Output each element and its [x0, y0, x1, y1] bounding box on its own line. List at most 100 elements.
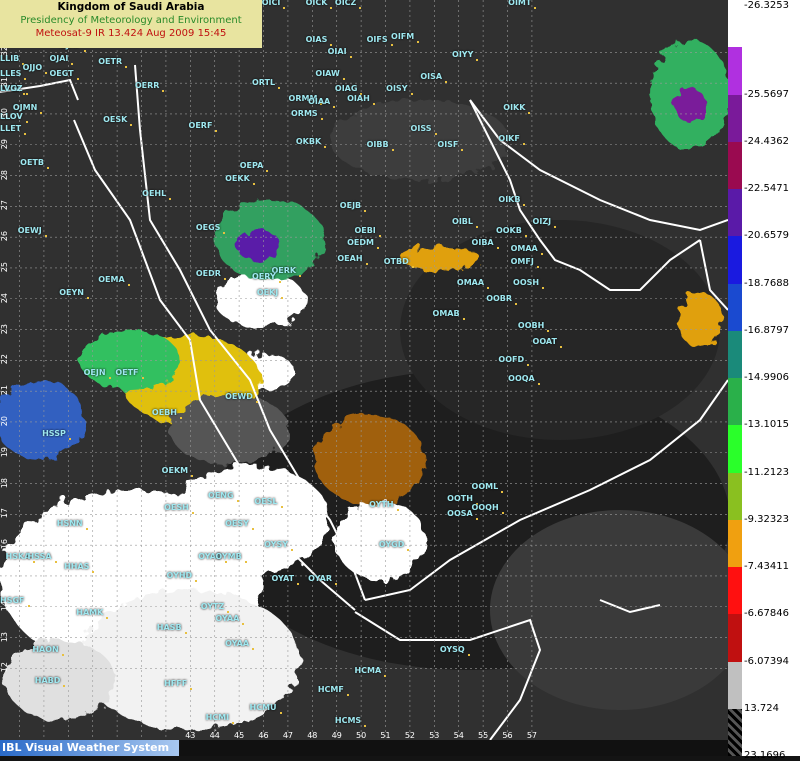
station-label[interactable]: OYAR [308, 574, 337, 586]
station-label[interactable]: ORMS [291, 109, 323, 120]
station-label[interactable]: OIAA [308, 97, 336, 108]
station-label[interactable]: OOSA [447, 509, 478, 521]
station-label[interactable]: OEJB [340, 201, 367, 213]
station-label[interactable]: HABD [35, 676, 65, 687]
station-label[interactable]: OEJN [84, 368, 111, 379]
station-label[interactable]: OOQA [508, 374, 540, 385]
station-label[interactable]: OYTZ [201, 602, 229, 613]
station-label[interactable]: OOFD [498, 355, 529, 367]
station-label[interactable]: LLET [0, 124, 27, 136]
station-label[interactable]: OOML [472, 482, 503, 493]
station-label[interactable]: OEBH [152, 408, 183, 419]
station-label[interactable]: OERY [252, 272, 281, 284]
station-label[interactable]: OOBR [486, 294, 517, 305]
station-label[interactable]: OEPA [240, 161, 268, 173]
station-label[interactable]: HSSP [42, 429, 71, 441]
station-label[interactable]: HCMA [354, 666, 386, 678]
station-label[interactable]: OIFM [391, 32, 420, 43]
station-label[interactable]: OEDR [196, 269, 227, 281]
station-label[interactable]: OICZ [335, 0, 362, 10]
station-label[interactable]: OYSQ [440, 645, 470, 656]
station-label[interactable]: OJJO [23, 63, 47, 74]
station-label[interactable]: OETF [115, 368, 144, 379]
station-label[interactable]: OEKJ [257, 288, 284, 299]
station-label[interactable]: HAON [32, 645, 65, 656]
station-label[interactable]: OYHD [167, 571, 197, 582]
station-label[interactable]: OYAT [271, 574, 299, 586]
station-label[interactable]: OESH [164, 503, 194, 515]
station-label[interactable]: OEGT [49, 69, 79, 80]
station-label[interactable]: OICI [262, 0, 285, 10]
station-label[interactable]: OIAH [347, 94, 375, 105]
station-label[interactable]: OETR [98, 57, 127, 68]
station-label[interactable]: HASB [157, 623, 187, 635]
station-label[interactable]: OEAH [337, 254, 368, 265]
station-label[interactable]: OISY [386, 84, 413, 96]
station-label[interactable]: OIKK [503, 103, 531, 114]
station-label[interactable]: HFFF [164, 679, 193, 690]
station-label[interactable]: OESY [225, 519, 254, 530]
station-label[interactable]: OYTH [369, 500, 400, 512]
station-label[interactable]: OOKB [496, 226, 527, 237]
station-label[interactable]: OOSH [513, 278, 545, 290]
station-label[interactable]: OICK [306, 0, 333, 10]
station-label[interactable]: OYMB [215, 552, 248, 564]
station-label[interactable]: OEHL [142, 189, 172, 201]
station-label[interactable]: OMFJ [511, 257, 540, 268]
station-label[interactable]: OIKF [498, 134, 526, 145]
satellite-map[interactable]: ORBBOICIOICKOICZOIMTOJMFOJHFOIASOIAIOIFS… [0, 0, 728, 740]
station-label[interactable]: HHAS [64, 562, 95, 573]
station-label[interactable]: HCMF [318, 685, 349, 696]
station-label[interactable]: HCMS [335, 716, 367, 727]
station-label[interactable]: HCMU [250, 703, 282, 715]
station-label[interactable]: OISF [437, 140, 464, 151]
station-label[interactable]: OYAA [225, 639, 254, 650]
station-label[interactable]: OENG [208, 491, 239, 502]
station-label[interactable]: OISS [411, 124, 437, 136]
station-label[interactable]: OMAB [433, 309, 465, 321]
station-label[interactable]: OOQH [472, 503, 504, 515]
station-label[interactable]: OIAS [306, 35, 333, 47]
station-label[interactable]: OYSY [264, 540, 293, 552]
station-label[interactable]: OKBK [296, 137, 327, 148]
station-label[interactable]: OOAT [533, 337, 563, 348]
station-label[interactable]: OJMN [13, 103, 43, 114]
station-label[interactable]: OIYY [452, 50, 479, 62]
station-label[interactable]: OMAA [457, 278, 490, 290]
station-label[interactable]: OESK [103, 115, 133, 127]
station-label[interactable]: OYAA [215, 614, 245, 626]
station-label[interactable]: OIKB [498, 195, 526, 207]
station-label[interactable]: OEKK [225, 174, 255, 185]
station-label[interactable]: HSNN [57, 519, 88, 530]
station-label[interactable]: OETB [20, 158, 49, 170]
station-label[interactable]: OOBH [518, 321, 550, 333]
station-label[interactable]: OJAI [49, 54, 74, 65]
station-label[interactable]: OISA [420, 72, 447, 83]
station-label[interactable]: OEBI [354, 226, 382, 237]
station-label[interactable]: OIBA [472, 238, 499, 250]
station-label[interactable]: OMAA [511, 244, 543, 256]
station-label[interactable]: OIZJ [533, 217, 556, 228]
station-label[interactable]: OIAW [315, 69, 346, 80]
station-label[interactable]: OEWJ [18, 226, 47, 237]
station-label[interactable]: OIFS [367, 35, 393, 47]
station-label[interactable]: OEMA [98, 275, 131, 287]
station-label[interactable]: OIBL [452, 217, 478, 228]
station-label[interactable]: OEKM [162, 466, 194, 478]
station-label[interactable]: HCMI [206, 713, 234, 724]
station-label[interactable]: OEDM [347, 238, 379, 250]
station-label[interactable]: OIMT [508, 0, 537, 10]
station-label[interactable]: OEWD [225, 392, 258, 404]
station-label[interactable]: HSSA [27, 552, 57, 564]
station-label[interactable]: OERF [189, 121, 218, 133]
station-label[interactable]: OEGS [196, 223, 225, 234]
station-label[interactable]: OOTH [447, 494, 478, 505]
station-label[interactable]: OIAG [335, 84, 362, 96]
station-label[interactable]: ORTL [252, 78, 281, 90]
station-label[interactable]: OIAI [328, 47, 352, 59]
station-label[interactable]: OIBB [367, 140, 394, 151]
station-label[interactable]: OEYN [59, 288, 89, 299]
station-label[interactable]: OTBD [384, 257, 414, 268]
station-label[interactable]: HAMK [76, 608, 109, 619]
station-label[interactable]: OYGD [379, 540, 409, 552]
